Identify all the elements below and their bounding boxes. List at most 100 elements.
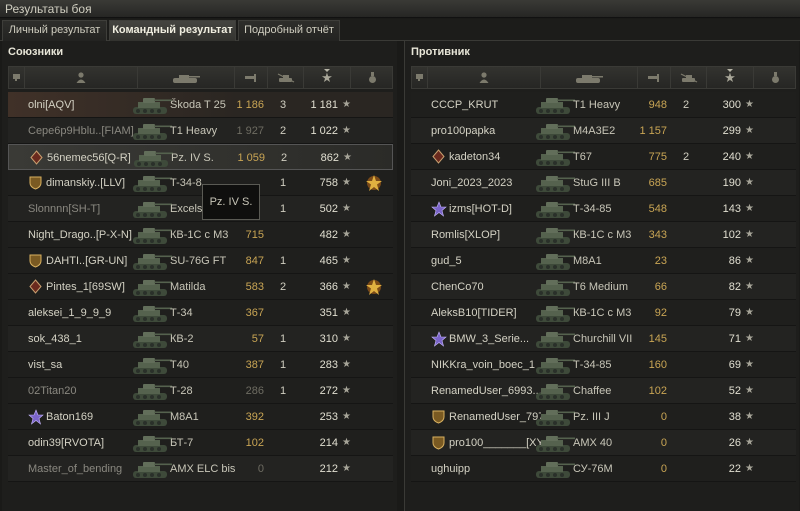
tank-icon — [533, 302, 577, 324]
player-row[interactable]: AleksB10[TIDER] КВ-1С с М3 92 79 ★ — [411, 300, 796, 326]
player-row[interactable]: pro100papka M4A3E2 1 157 299 ★ — [411, 118, 796, 144]
player-row[interactable]: 02Titan20 Т-28 286 1 272 ★ — [8, 378, 393, 404]
damage-value: 715 — [245, 229, 264, 241]
player-row[interactable]: gud_5 M8A1 23 86 ★ — [411, 248, 796, 274]
player-row[interactable]: DAHTI..[GR-UN] SU-76G FT 847 1 465 ★ — [8, 248, 393, 274]
player-name: RenamedUser_6993... — [431, 385, 541, 397]
xp-value: 86 — [728, 255, 741, 267]
player-name: AleksB10[TIDER] — [431, 307, 517, 319]
player-row[interactable]: RenamedUser_7973...Pz. III J038★ — [411, 404, 796, 430]
kills-value — [673, 326, 699, 352]
player-row[interactable]: ughuipp СУ-76М 0 22 ★ — [411, 456, 796, 482]
damage-value: 387 — [245, 359, 264, 371]
player-row[interactable]: RenamedUser_6993... Chaffee 102 52 ★ — [411, 378, 796, 404]
tank-icon — [130, 406, 174, 428]
tank-icon — [130, 250, 174, 272]
squad-sort-icon[interactable] — [412, 67, 428, 88]
player-row[interactable]: izms[HOT-D] Т-34-85 548 143 ★ — [411, 196, 796, 222]
player-row[interactable]: BMW_3_Serie... Churchill VII 145 71 ★ — [411, 326, 796, 352]
player-row[interactable]: Master_of_bending AMX ELC bis 0 212 ★ — [8, 456, 393, 482]
damage-value: 0 — [257, 463, 264, 475]
player-name: olni[AQV] — [28, 99, 75, 111]
tab-detailed-report[interactable]: Подробный отчёт — [238, 20, 340, 41]
player-row[interactable]: pro100_______[XY_]AMX 40026★ — [411, 430, 796, 456]
xp-value: 253 — [319, 411, 338, 423]
player-name: sok_438_1 — [28, 333, 82, 345]
player-sort-icon[interactable] — [25, 67, 138, 88]
player-row[interactable]: vist_sa T40 387 1 283 ★ — [8, 352, 393, 378]
player-row[interactable]: Slonnnn[SH-T] Excels 1 502 ★ — [8, 196, 393, 222]
medal-icon[interactable] — [365, 277, 383, 300]
kills-value — [673, 248, 699, 274]
xp-star-icon: ★ — [745, 463, 754, 474]
xp-value: 300 — [722, 99, 741, 111]
clan-emblem-icon — [28, 175, 43, 190]
xp-value: 283 — [319, 359, 338, 371]
medal-icon[interactable] — [365, 173, 383, 196]
kills-value — [673, 378, 699, 404]
kills-value: 1 — [279, 203, 287, 215]
player-row[interactable]: Night_Drago..[P-X-N] КВ-1С с М3 715 482 ★ — [8, 222, 393, 248]
xp-sort-icon[interactable]: ★ — [304, 67, 351, 88]
xp-star-icon: ★ — [745, 125, 754, 136]
player-name: gud_5 — [431, 255, 462, 267]
damage-sort-icon[interactable] — [235, 67, 268, 88]
kills-sort-icon[interactable] — [671, 67, 707, 88]
player-name: CCCP_KRUT — [431, 99, 499, 111]
player-row[interactable]: aleksei_1_9_9_9 Т-34 367 351 ★ — [8, 300, 393, 326]
damage-value: 548 — [648, 203, 667, 215]
damage-value: 23 — [654, 255, 667, 267]
player-row[interactable]: odin39[RVOTA] БТ-7 102 214 ★ — [8, 430, 393, 456]
damage-value: 1 059 — [237, 152, 265, 164]
clan-emblem-icon — [431, 435, 446, 450]
tank-icon — [533, 224, 577, 246]
allies-table-header: ★ — [8, 66, 393, 89]
player-row[interactable]: olni[AQV] Škoda T 25 1 186 3 1 181 ★ — [8, 92, 393, 118]
tank-icon — [130, 354, 174, 376]
xp-value: 214 — [319, 437, 338, 449]
player-name: ughuipp — [431, 463, 471, 475]
kills-value — [673, 352, 699, 378]
damage-sort-icon[interactable] — [638, 67, 671, 88]
kills-value: 1 — [279, 359, 287, 371]
player-name: Master_of_bending — [28, 463, 123, 475]
tab-team-result[interactable]: Командный результат — [109, 20, 236, 41]
player-row[interactable]: 56nemec56[Q-R] Pz. IV S. 1 059 2 862 ★ — [8, 144, 393, 170]
kills-value — [270, 300, 296, 326]
tank-icon — [130, 224, 174, 246]
kills-sort-icon[interactable] — [268, 67, 304, 88]
xp-value: 299 — [722, 125, 741, 137]
tank-icon — [533, 458, 577, 480]
kills-value: 2 — [682, 99, 690, 111]
player-row[interactable]: dimanskiy..[LLV] T-34-8 1 758 ★ — [8, 170, 393, 196]
player-sort-icon[interactable] — [428, 67, 541, 88]
medals-sort-icon[interactable] — [351, 67, 393, 88]
player-row[interactable]: Pintes_1[69SW] Matilda 583 2 366 ★ — [8, 274, 393, 300]
vehicle-sort-icon[interactable] — [138, 67, 235, 88]
kills-value — [673, 456, 699, 482]
xp-sort-icon[interactable]: ★ — [707, 67, 754, 88]
player-row[interactable]: NIKKra_voin_boec_1 Т-34-85 160 69 ★ — [411, 352, 796, 378]
xp-value: 102 — [722, 229, 741, 241]
clan-emblem-icon — [431, 409, 446, 424]
vehicle-sort-icon[interactable] — [541, 67, 638, 88]
player-row[interactable]: kadeton34 T67 775 2 240 ★ — [411, 144, 796, 170]
clan-emblem-icon — [28, 279, 43, 294]
player-row[interactable]: Joni_2023_2023 StuG III B 685 190 ★ — [411, 170, 796, 196]
tab-personal-result[interactable]: Личный результат — [2, 20, 107, 41]
damage-value: 775 — [648, 151, 667, 163]
damage-value: 685 — [648, 177, 667, 189]
xp-star-icon: ★ — [342, 463, 351, 474]
tank-icon — [533, 328, 577, 350]
kills-value — [673, 430, 699, 456]
medals-sort-icon[interactable] — [754, 67, 796, 88]
player-row[interactable]: CCCP_KRUT T1 Heavy 948 2 300 ★ — [411, 92, 796, 118]
player-row[interactable]: Cepe6p9Hblu..[FIAM] T1 Heavy 1 927 2 1 022 ★ — [8, 118, 393, 144]
player-row[interactable]: sok_438_1 КВ-2 57 1 310 ★ — [8, 326, 393, 352]
player-row[interactable]: Baton169 M8A1 392 253 ★ — [8, 404, 393, 430]
clan-emblem-icon — [28, 253, 43, 268]
xp-star-icon: ★ — [342, 203, 351, 214]
squad-sort-icon[interactable] — [9, 67, 25, 88]
player-row[interactable]: ChenCo70 T6 Medium 66 82 ★ — [411, 274, 796, 300]
player-row[interactable]: Romlis[XLOP] КВ-1С с М3 343 102 ★ — [411, 222, 796, 248]
